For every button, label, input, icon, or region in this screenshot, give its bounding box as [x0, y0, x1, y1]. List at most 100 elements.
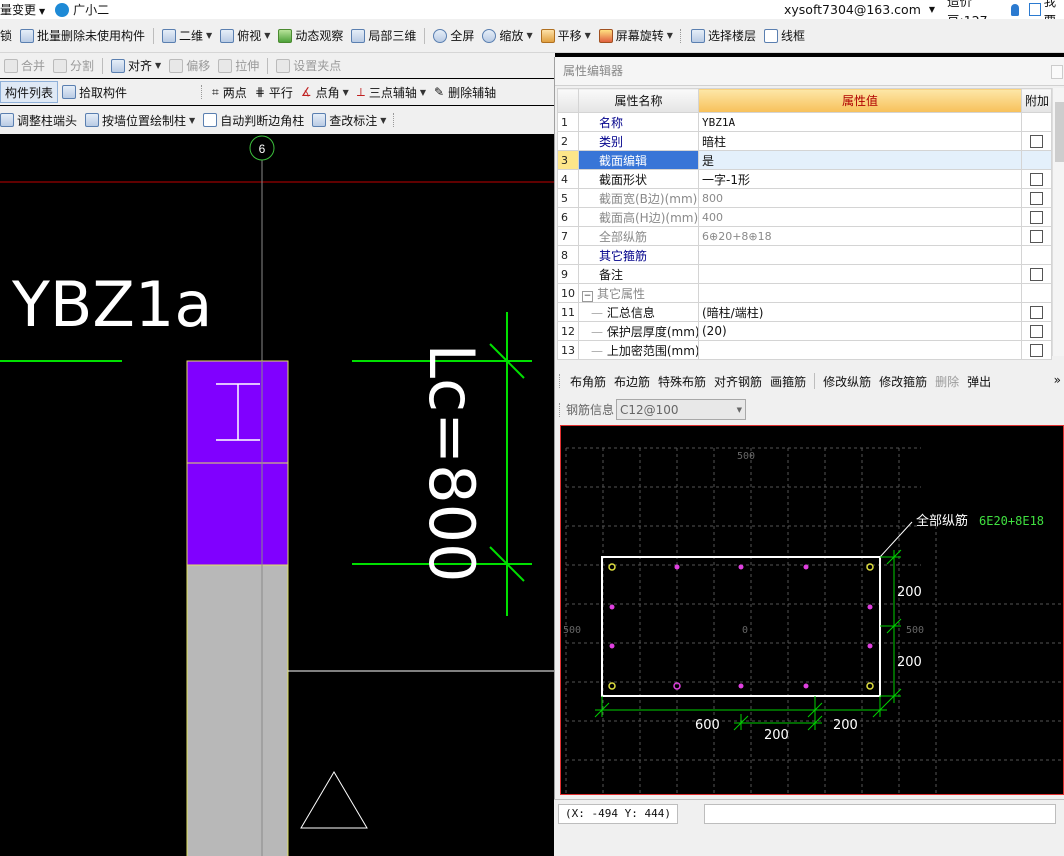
edge-rebar[interactable]: [674, 564, 680, 570]
edge-rebar[interactable]: [803, 683, 809, 689]
zoom-button[interactable]: 缩放 ▼: [478, 19, 536, 52]
dynamic-view-button[interactable]: 动态观察: [274, 19, 347, 52]
value-cell[interactable]: 是: [698, 150, 1022, 170]
stretch-button[interactable]: 拉伸: [214, 53, 263, 78]
corner-rebar[interactable]: [608, 563, 616, 571]
table-row[interactable]: 1 名称 YBZ1A: [557, 112, 1052, 132]
collapse-icon[interactable]: −: [582, 290, 593, 302]
extra-checkbox[interactable]: [1030, 230, 1043, 243]
batch-delete-button[interactable]: 批量删除未使用构件: [16, 19, 149, 52]
value-cell[interactable]: (暗柱/端柱): [698, 302, 1022, 322]
extra-checkbox[interactable]: [1030, 173, 1043, 186]
cad-canvas[interactable]: 6 YBZ1a Lc=800: [0, 134, 554, 856]
rebar-info-select[interactable]: C12@100 ▼: [616, 399, 747, 420]
more-icon[interactable]: »: [1054, 373, 1061, 387]
extra-checkbox[interactable]: [1030, 306, 1043, 319]
extra-checkbox[interactable]: [1030, 325, 1043, 338]
edge-rebar[interactable]: [803, 564, 809, 570]
assistant-link[interactable]: 广小二: [73, 1, 109, 18]
edge-rebar[interactable]: [609, 643, 615, 649]
adjust-column-end-button[interactable]: 调整柱端头: [0, 106, 81, 134]
align-rebar-button[interactable]: 对齐钢筋: [710, 368, 766, 394]
section-outline[interactable]: [601, 556, 881, 697]
scrollbar-thumb[interactable]: [1055, 102, 1064, 162]
edge-rebar[interactable]: [609, 604, 615, 610]
corner-rebar[interactable]: [866, 682, 874, 690]
special-rebar-button[interactable]: 特殊布筋: [654, 368, 710, 394]
value-cell[interactable]: [698, 340, 1022, 360]
account-dropdown-icon[interactable]: ▼: [929, 5, 935, 14]
pan-button[interactable]: 平移 ▼: [537, 19, 595, 52]
table-row[interactable]: 8 其它箍筋: [557, 245, 1052, 265]
local-3d-button[interactable]: 局部三维: [347, 19, 420, 52]
draw-by-wall-button[interactable]: 按墙位置绘制柱 ▼: [81, 106, 199, 134]
two-points-button[interactable]: ⌗ 两点: [208, 79, 251, 105]
view-2d-button[interactable]: 二维 ▼: [158, 19, 216, 52]
table-scrollbar[interactable]: [1052, 88, 1064, 356]
value-cell[interactable]: [698, 264, 1022, 284]
wall-column-grey[interactable]: [186, 564, 289, 856]
screen-rotate-button[interactable]: 屏幕旋转 ▼: [595, 19, 677, 52]
message-icon[interactable]: [1028, 3, 1041, 16]
set-grip-button[interactable]: 设置夹点: [272, 53, 345, 78]
column-purple-bottom[interactable]: [186, 462, 289, 566]
corner-rebar[interactable]: [866, 563, 874, 571]
delete-button[interactable]: 删除: [931, 368, 963, 394]
panel-close-icon[interactable]: [1051, 65, 1063, 79]
component-list-button[interactable]: 构件列表: [0, 81, 59, 103]
merge-button[interactable]: 合并: [0, 53, 49, 78]
table-row[interactable]: 2 类别 暗柱: [557, 131, 1052, 151]
extra-checkbox[interactable]: [1030, 135, 1043, 148]
value-cell[interactable]: 暗柱: [698, 131, 1022, 151]
edge-rebar[interactable]: [867, 643, 873, 649]
pick-component-button[interactable]: 拾取构件: [58, 79, 131, 105]
corner-rebar-button[interactable]: 布角筋: [566, 368, 610, 394]
value-cell[interactable]: 6⊕20+8⊕18: [698, 226, 1022, 246]
check-label-button[interactable]: 查改标注 ▼: [308, 106, 390, 134]
table-row[interactable]: 13 — 上加密范围(mm): [557, 340, 1052, 360]
popup-button[interactable]: 弹出: [963, 368, 995, 394]
align-button[interactable]: 对齐 ▼: [107, 53, 165, 78]
change-menu[interactable]: 量变更 ▼: [0, 1, 45, 18]
point-angle-button[interactable]: ∡ 点角 ▼: [297, 79, 353, 105]
draw-stirrup-button[interactable]: 画箍筋: [766, 368, 810, 394]
delete-axis-button[interactable]: ✎ 删除辅轴: [430, 79, 500, 105]
table-row[interactable]: 4 截面形状 一字-1形: [557, 169, 1052, 189]
extra-checkbox[interactable]: [1030, 344, 1043, 357]
table-row-selected[interactable]: 3 截面编辑 是: [557, 150, 1052, 170]
offset-button[interactable]: 偏移: [165, 53, 214, 78]
split-button[interactable]: 分割: [49, 53, 98, 78]
three-point-axis-button[interactable]: ⟂ 三点辅轴 ▼: [353, 79, 430, 105]
edge-rebar[interactable]: [738, 564, 744, 570]
parallel-button[interactable]: ⋕ 平行: [251, 79, 297, 105]
extra-checkbox[interactable]: [1030, 192, 1043, 205]
edit-long-rebar-button[interactable]: 修改纵筋: [819, 368, 875, 394]
corner-rebar[interactable]: [608, 682, 616, 690]
table-row[interactable]: 9 备注: [557, 264, 1052, 284]
table-row[interactable]: 11 — 汇总信息 (暗柱/端柱): [557, 302, 1052, 322]
edge-rebar-button[interactable]: 布边筋: [610, 368, 654, 394]
bell-icon[interactable]: [1010, 3, 1019, 16]
edge-rebar[interactable]: [738, 683, 744, 689]
extra-checkbox[interactable]: [1030, 211, 1043, 224]
table-row[interactable]: 7 全部纵筋 6⊕20+8⊕18: [557, 226, 1052, 246]
table-row[interactable]: 5 截面宽(B边)(mm) 800: [557, 188, 1052, 208]
account-name[interactable]: xysoft7304@163.com: [784, 2, 921, 17]
fullscreen-button[interactable]: 全屏: [429, 19, 478, 52]
value-cell[interactable]: [698, 245, 1022, 265]
table-row[interactable]: 6 截面高(H边)(mm) 400: [557, 207, 1052, 227]
wireframe-button[interactable]: 线框: [760, 19, 809, 52]
auto-corner-button[interactable]: 自动判断边角柱: [199, 106, 308, 134]
edit-stirrup-button[interactable]: 修改箍筋: [875, 368, 931, 394]
value-cell[interactable]: 800: [698, 188, 1022, 208]
value-cell[interactable]: [698, 283, 1022, 303]
lock-button[interactable]: 锁: [0, 19, 16, 52]
value-cell[interactable]: YBZ1A: [698, 112, 1022, 132]
section-canvas[interactable]: 500 500 500 0 全部纵筋 6E20+8E18 200 200 600…: [560, 425, 1064, 795]
value-cell[interactable]: 一字-1形: [698, 169, 1022, 189]
value-cell[interactable]: 400: [698, 207, 1022, 227]
edge-rebar[interactable]: [867, 604, 873, 610]
top-view-button[interactable]: 俯视 ▼: [216, 19, 274, 52]
table-row[interactable]: 12 — 保护层厚度(mm) (20): [557, 321, 1052, 341]
table-row-group[interactable]: 10 − 其它属性: [557, 283, 1052, 303]
